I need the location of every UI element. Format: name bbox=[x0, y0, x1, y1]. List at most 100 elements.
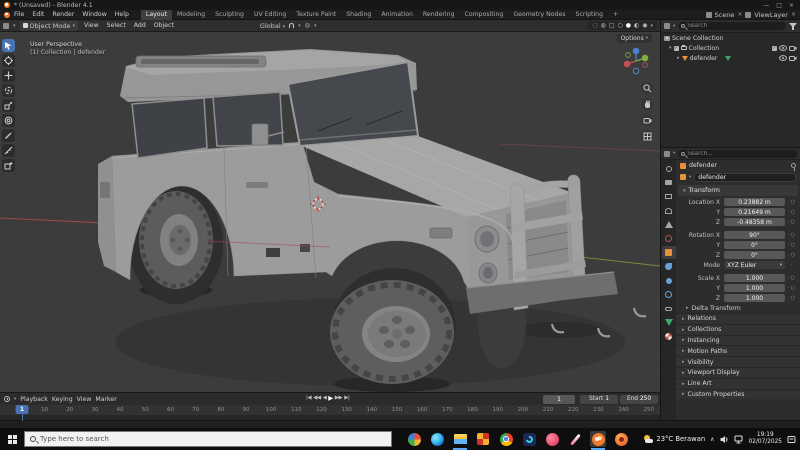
options-button[interactable]: Options ▾ bbox=[616, 34, 652, 43]
tab-output[interactable] bbox=[662, 190, 676, 203]
play-reverse-button[interactable]: ◀ bbox=[323, 395, 327, 401]
app-icon-browser-orange[interactable] bbox=[613, 431, 629, 447]
tab-modifiers[interactable] bbox=[662, 260, 676, 273]
section-relations[interactable]: ▸ Relations bbox=[676, 313, 800, 324]
timeline-ruler[interactable]: 1102030405060708090100110120130140150160… bbox=[0, 405, 660, 415]
close-button[interactable]: × bbox=[789, 2, 794, 9]
location-x-field[interactable]: 0.23882 m bbox=[724, 197, 785, 207]
jump-to-start-button[interactable]: |◀ bbox=[306, 395, 312, 401]
current-frame-field[interactable]: 1 bbox=[543, 395, 575, 404]
filter-icon[interactable] bbox=[789, 22, 797, 30]
outliner-search[interactable] bbox=[678, 22, 786, 30]
blender-menu-icon[interactable] bbox=[4, 11, 10, 18]
play-button[interactable]: ▶ bbox=[328, 394, 333, 402]
view-layer-add-icon[interactable]: × bbox=[791, 11, 796, 18]
app-icon-pink-media[interactable] bbox=[544, 431, 560, 447]
hide-eye-icon[interactable] bbox=[779, 45, 787, 51]
app-icon-file-explorer[interactable] bbox=[452, 431, 468, 450]
outliner-row-collection[interactable]: ▾ ✓ Collection ✓ bbox=[661, 43, 800, 53]
tool-cursor[interactable] bbox=[2, 54, 15, 67]
next-keyframe-button[interactable]: ▶▶ bbox=[335, 395, 343, 401]
properties-search-input[interactable] bbox=[687, 150, 794, 157]
camera-view-icon[interactable] bbox=[641, 114, 653, 126]
tab-rendering[interactable]: Rendering bbox=[418, 10, 460, 20]
menu-view[interactable]: View bbox=[82, 22, 101, 29]
tab-constraints[interactable] bbox=[662, 302, 676, 315]
tab-view-layer[interactable] bbox=[662, 204, 676, 217]
view-layer-selector[interactable]: ViewLayer bbox=[754, 11, 788, 19]
section-instancing[interactable]: ▸ Instancing bbox=[676, 334, 800, 346]
editor-type-icon[interactable] bbox=[3, 22, 9, 29]
outliner-editor-icon[interactable] bbox=[664, 23, 670, 29]
maximize-button[interactable]: □ bbox=[776, 2, 782, 9]
tool-annotate[interactable] bbox=[2, 129, 15, 142]
tab-scripting[interactable]: Scripting bbox=[571, 10, 609, 20]
app-icon-pen-tool[interactable] bbox=[567, 431, 583, 447]
collection-exclude-checkbox[interactable]: ✓ bbox=[772, 45, 777, 51]
taskbar-search[interactable] bbox=[24, 431, 392, 447]
tab-tool[interactable] bbox=[662, 162, 676, 175]
tool-measure[interactable] bbox=[2, 144, 15, 157]
tab-object-data[interactable] bbox=[662, 316, 676, 329]
scale-x-field[interactable]: 1.000 bbox=[724, 273, 785, 283]
rotation-x-field[interactable]: 90° bbox=[724, 230, 785, 240]
show-overlays-icon[interactable]: ◍ bbox=[601, 22, 606, 29]
disable-render-camera-icon[interactable] bbox=[789, 55, 797, 61]
tab-uv-editing[interactable]: UV Editing bbox=[249, 10, 291, 20]
rotation-y-field[interactable]: 0° bbox=[724, 240, 785, 250]
tab-compositing[interactable]: Compositing bbox=[460, 10, 509, 20]
taskbar-search-input[interactable] bbox=[40, 435, 386, 443]
minimize-button[interactable]: — bbox=[763, 2, 769, 9]
rotation-z-field[interactable]: 0° bbox=[724, 250, 785, 260]
orientation-selector[interactable]: Global ▾ bbox=[260, 22, 285, 30]
menu-object[interactable]: Object bbox=[152, 22, 176, 29]
tab-shading[interactable]: Shading bbox=[341, 10, 376, 20]
shading-wireframe-icon[interactable]: ○ bbox=[617, 22, 622, 29]
tab-animation[interactable]: Animation bbox=[376, 10, 418, 20]
app-icon-chrome[interactable] bbox=[498, 431, 514, 447]
orthographic-toggle-icon[interactable] bbox=[641, 130, 653, 142]
network-icon[interactable] bbox=[734, 435, 744, 444]
tool-select-box[interactable] bbox=[2, 39, 15, 52]
frame-end-field[interactable]: End 250 bbox=[620, 395, 658, 404]
tool-add-cube[interactable] bbox=[2, 159, 15, 172]
hide-eye-icon[interactable] bbox=[779, 55, 787, 61]
xray-toggle-icon[interactable]: □ bbox=[609, 22, 615, 29]
collection-checkbox[interactable]: ✓ bbox=[673, 45, 679, 51]
section-visibility[interactable]: ▸ Visibility bbox=[676, 356, 800, 367]
rotation-mode-dropdown[interactable]: XYZ Euler ▾ bbox=[724, 260, 785, 270]
outliner-row-scene-collection[interactable]: Scene Collection bbox=[661, 33, 800, 43]
proportional-editing-icon[interactable]: ◎ bbox=[305, 22, 310, 29]
tab-world[interactable] bbox=[662, 232, 676, 245]
tab-sculpting[interactable]: Sculpting bbox=[210, 10, 249, 20]
menu-select[interactable]: Select bbox=[105, 22, 128, 29]
show-gizmo-icon[interactable]: ◌ bbox=[592, 22, 597, 29]
tab-modeling[interactable]: Modeling bbox=[172, 10, 210, 20]
menu-playback[interactable]: Playback bbox=[20, 396, 48, 403]
scale-z-field[interactable]: 1.000 bbox=[724, 293, 785, 303]
tab-material[interactable] bbox=[662, 330, 676, 343]
weather-widget[interactable]: 23°C Berawan bbox=[644, 434, 705, 444]
volume-icon[interactable] bbox=[720, 435, 729, 444]
prev-keyframe-button[interactable]: ◀◀ bbox=[313, 395, 321, 401]
timeline-playhead[interactable]: 1 bbox=[15, 405, 29, 414]
tab-physics[interactable] bbox=[662, 288, 676, 301]
scene-unlink-icon[interactable]: × bbox=[737, 11, 742, 18]
outliner-row-defender[interactable]: ▸ defender bbox=[661, 53, 800, 63]
tab-render[interactable] bbox=[662, 176, 676, 189]
shading-rendered-icon[interactable]: ◉ bbox=[642, 22, 647, 29]
app-icon-blender[interactable] bbox=[590, 431, 606, 450]
location-y-field[interactable]: 0.21649 m bbox=[724, 207, 785, 217]
properties-editor-icon[interactable] bbox=[664, 150, 670, 157]
tool-rotate[interactable] bbox=[2, 84, 15, 97]
defender-car-model[interactable] bbox=[98, 49, 647, 392]
timeline-editor-icon[interactable] bbox=[4, 396, 10, 402]
menu-marker[interactable]: Marker bbox=[95, 396, 116, 403]
app-icon-capcut[interactable] bbox=[521, 431, 537, 447]
menu-edit[interactable]: Edit bbox=[28, 11, 48, 18]
notification-icon[interactable] bbox=[787, 435, 796, 444]
mode-selector[interactable]: Object Mode ▾ bbox=[19, 20, 78, 31]
pan-view-icon[interactable] bbox=[641, 98, 653, 110]
tab-scene[interactable] bbox=[662, 218, 676, 231]
outliner-search-input[interactable] bbox=[687, 23, 783, 29]
